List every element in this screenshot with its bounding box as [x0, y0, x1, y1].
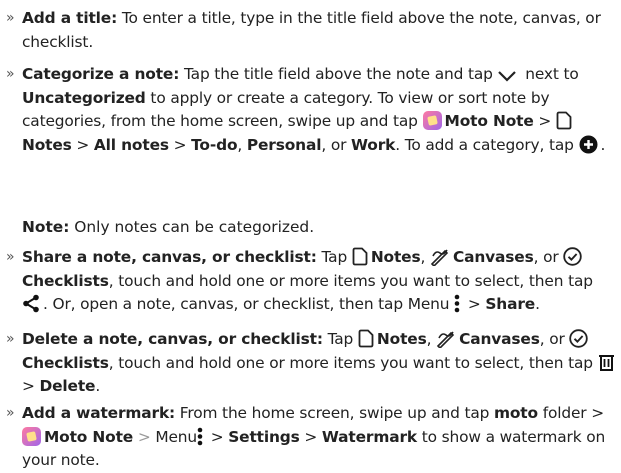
body-text: next to: [520, 65, 579, 83]
body-text: , touch and hold one or more items you w…: [108, 271, 593, 290]
notes-label: Notes: [370, 248, 421, 266]
body-text: , touch and hold one or more items you w…: [108, 353, 598, 372]
share-label: Share: [485, 295, 536, 313]
moto-note-app-icon: [422, 111, 442, 130]
period: .: [95, 377, 101, 395]
checklist-icon: [563, 247, 582, 266]
separator: , or: [533, 248, 564, 266]
work-label: Work: [351, 135, 396, 154]
separator: , or: [539, 330, 570, 348]
share-icon: [22, 294, 40, 313]
menu-dots-icon: [197, 427, 203, 446]
separator: >: [168, 135, 192, 154]
item-add-title: » Add a title: To enter a title, type in…: [6, 7, 618, 54]
separator: >: [22, 377, 40, 395]
separator: >: [299, 427, 322, 446]
menu-dots-icon: [454, 294, 460, 313]
separator: >: [71, 135, 94, 154]
canvas-icon: [430, 247, 450, 266]
moto-note-label: Moto Note: [444, 112, 534, 130]
canvas-icon: [436, 329, 456, 348]
bullet: »: [6, 249, 15, 265]
all-notes-label: All notes: [93, 135, 169, 154]
item-watermark: » Add a watermark: From the home screen,…: [6, 402, 618, 473]
note-icon: [352, 247, 368, 266]
canvases-label: Canvases: [452, 248, 534, 266]
checklist-icon: [569, 329, 589, 348]
canvases-label: Canvases: [459, 330, 540, 348]
body-text: folder >: [537, 404, 604, 422]
add-circle-icon: [579, 135, 598, 154]
separator: , or: [321, 135, 352, 154]
heading: Delete a note, canvas, or checklist:: [22, 330, 323, 348]
body-text: . To add a category, tap: [395, 135, 579, 154]
body-text: Tap: [316, 248, 352, 266]
notes-label: Notes: [22, 135, 72, 154]
bullet: »: [6, 10, 15, 26]
notes-label: Notes: [376, 330, 427, 348]
bullet: »: [6, 405, 15, 421]
personal-label: Personal: [246, 135, 322, 154]
separator: >: [133, 427, 156, 446]
menu-label: Menu: [155, 427, 197, 446]
heading: Add a watermark:: [22, 404, 176, 422]
watermark-label: Watermark: [321, 427, 418, 446]
uncategorized-label: Uncategorized: [22, 88, 146, 107]
moto-note-app-icon: [22, 426, 41, 446]
period: .: [535, 295, 540, 313]
separator: >: [205, 427, 229, 446]
checklists-label: Checklists: [22, 271, 109, 290]
bullet: »: [6, 331, 15, 347]
settings-label: Settings: [228, 427, 300, 446]
item-share: » Share a note, canvas, or checklist: Ta…: [6, 246, 618, 317]
separator: ,: [420, 248, 430, 266]
separator: >: [463, 295, 486, 313]
note-line: Note: Only notes can be categorized.: [22, 216, 314, 240]
period: .: [600, 135, 606, 154]
document: » Add a title: To enter a title, type in…: [0, 0, 621, 471]
heading: Categorize a note:: [22, 65, 180, 83]
note-label: Note:: [22, 218, 70, 236]
item-categorize: » Categorize a note: Tap the title field…: [6, 63, 618, 157]
separator: ,: [426, 330, 437, 348]
checklists-label: Checklists: [22, 353, 109, 372]
body-text: Tap: [322, 330, 358, 348]
separator: >: [533, 112, 556, 130]
body-text: From the home screen, swipe up and tap: [175, 404, 494, 422]
trash-icon: [598, 353, 615, 372]
todo-label: To-do: [191, 135, 238, 154]
bullet: »: [6, 66, 15, 82]
body-text: Tap the title field above the note and t…: [179, 65, 498, 83]
heading: Share a note, canvas, or checklist:: [22, 248, 317, 266]
heading: Add a title:: [22, 9, 118, 27]
body-text: . Or, open a note, canvas, or checklist,…: [43, 295, 455, 313]
note-icon: [556, 111, 572, 130]
moto-note-label: Moto Note: [44, 427, 134, 446]
note-icon: [358, 329, 374, 348]
delete-label: Delete: [39, 377, 96, 395]
moto-label: moto: [494, 404, 538, 422]
item-delete: » Delete a note, canvas, or checklist: T…: [6, 328, 618, 399]
separator: ,: [237, 135, 247, 154]
note-text: Only notes can be categorized.: [69, 218, 315, 236]
chevron-down-icon: [497, 69, 517, 83]
